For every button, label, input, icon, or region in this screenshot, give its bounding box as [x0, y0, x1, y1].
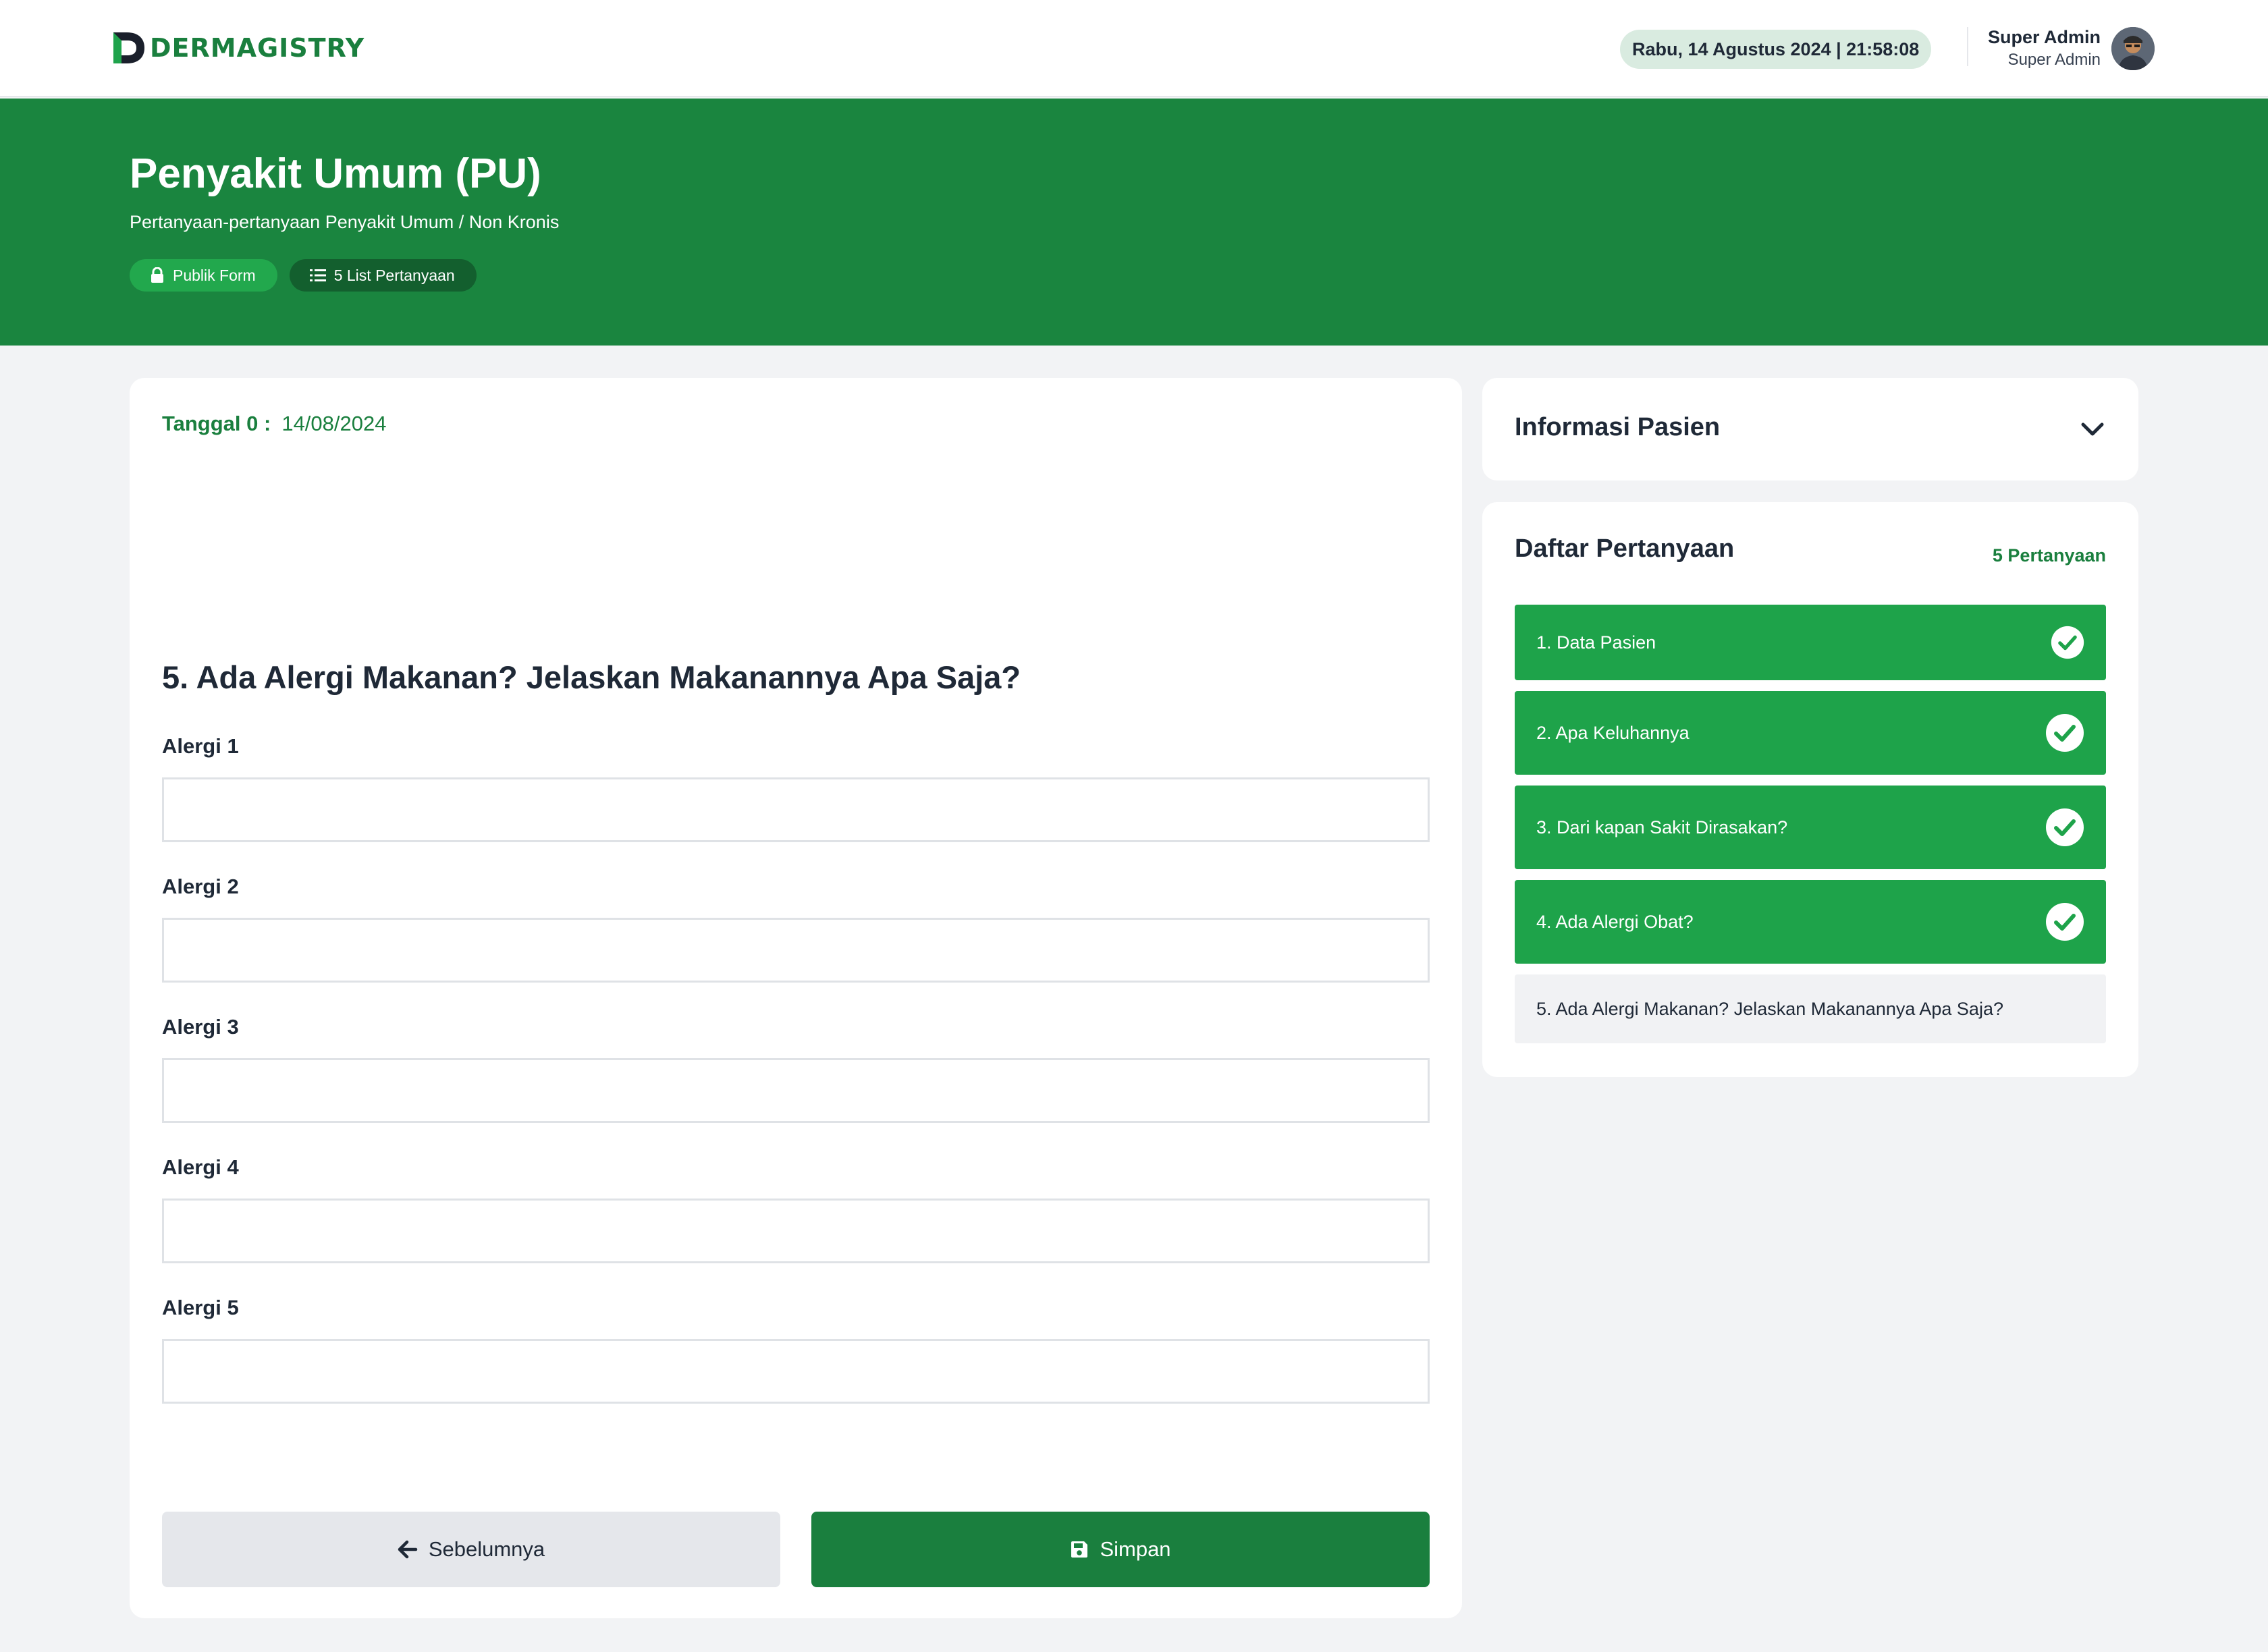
- date-row: Tanggal 0 : 14/08/2024: [162, 412, 386, 436]
- page-title: Penyakit Umum (PU): [130, 150, 541, 197]
- patient-info-title: Informasi Pasien: [1515, 413, 1721, 441]
- question-count-badge: 5 List Pertanyaan: [289, 259, 477, 292]
- question-list-title: Daftar Pertanyaan: [1515, 534, 1735, 563]
- previous-button[interactable]: Sebelumnya: [162, 1512, 780, 1587]
- list-icon: [309, 269, 326, 281]
- user-avatar-icon: [2111, 27, 2155, 70]
- top-navbar: DERMAGISTRY Rabu, 14 Agustus 2024 | 21:5…: [0, 0, 2268, 97]
- question-list-item-1[interactable]: 1. Data Pasien: [1515, 605, 2106, 680]
- field-label-alergi-1: Alergi 1: [162, 734, 239, 758]
- date-value: 14/08/2024: [281, 412, 387, 435]
- date-label: Tanggal 0 :: [162, 412, 271, 435]
- public-form-label: Publik Form: [173, 266, 256, 284]
- check-circle-icon: [2051, 626, 2084, 659]
- brand-logo[interactable]: DERMAGISTRY: [112, 31, 364, 65]
- question-count-label: 5 List Pertanyaan: [333, 266, 455, 284]
- save-button[interactable]: Simpan: [811, 1512, 1430, 1587]
- alergi-5-input[interactable]: [162, 1339, 1430, 1404]
- alergi-1-input[interactable]: [162, 777, 1430, 842]
- logo-mark-icon: [113, 32, 144, 63]
- question-list-item-5[interactable]: 5. Ada Alergi Makanan? Jelaskan Makanann…: [1515, 974, 2106, 1043]
- question-title: 5. Ada Alergi Makanan? Jelaskan Makanann…: [162, 659, 1021, 695]
- chevron-down-icon[interactable]: [2079, 416, 2106, 443]
- question-list-count: 5 Pertanyaan: [1992, 545, 2106, 566]
- arrow-left-icon: [398, 1540, 418, 1559]
- lock-icon: [151, 267, 163, 283]
- alergi-3-input[interactable]: [162, 1058, 1430, 1123]
- save-button-label: Simpan: [1100, 1537, 1171, 1561]
- page-subtitle: Pertanyaan-pertanyaan Penyakit Umum / No…: [130, 212, 560, 232]
- datetime-badge: Rabu, 14 Agustus 2024 | 21:58:08: [1620, 30, 1932, 69]
- check-circle-icon: [2046, 808, 2084, 846]
- question-list-item-3[interactable]: 3. Dari kapan Sakit Dirasakan?: [1515, 786, 2106, 869]
- check-circle-icon: [2046, 714, 2084, 752]
- public-form-badge: Publik Form: [130, 259, 277, 292]
- question-list-item-label: 1. Data Pasien: [1536, 632, 1656, 653]
- brand-name: DERMAGISTRY: [150, 33, 365, 63]
- question-list-card: Daftar Pertanyaan 5 Pertanyaan 1. Data P…: [1482, 502, 2138, 1077]
- hero-badges: Publik Form 5 List Pertanyaan: [130, 259, 477, 292]
- alergi-4-input[interactable]: [162, 1199, 1430, 1263]
- field-label-alergi-4: Alergi 4: [162, 1155, 239, 1179]
- question-list-item-4[interactable]: 4. Ada Alergi Obat?: [1515, 880, 2106, 964]
- avatar[interactable]: [2111, 27, 2155, 70]
- question-form-card: Tanggal 0 : 14/08/2024 5. Ada Alergi Mak…: [130, 378, 1462, 1618]
- user-info[interactable]: Super Admin Super Admin: [1988, 26, 2101, 72]
- field-label-alergi-2: Alergi 2: [162, 875, 239, 898]
- user-role: Super Admin: [2007, 51, 2101, 69]
- question-list-item-2[interactable]: 2. Apa Keluhannya: [1515, 691, 2106, 775]
- question-list-item-label: 3. Dari kapan Sakit Dirasakan?: [1536, 817, 1788, 837]
- user-name: Super Admin: [1987, 27, 2101, 47]
- question-list-item-label: 4. Ada Alergi Obat?: [1536, 911, 1694, 932]
- question-list-item-label: 5. Ada Alergi Makanan? Jelaskan Makanann…: [1536, 998, 2003, 1019]
- nav-divider: [1967, 27, 1968, 66]
- previous-button-label: Sebelumnya: [428, 1537, 545, 1561]
- question-list-item-label: 2. Apa Keluhannya: [1536, 722, 1690, 743]
- field-label-alergi-5: Alergi 5: [162, 1296, 239, 1319]
- save-icon: [1071, 1541, 1088, 1558]
- patient-info-card[interactable]: Informasi Pasien: [1482, 378, 2138, 480]
- alergi-2-input[interactable]: [162, 918, 1430, 983]
- check-circle-icon: [2046, 903, 2084, 941]
- page-hero: Penyakit Umum (PU) Pertanyaan-pertanyaan…: [0, 99, 2268, 346]
- field-label-alergi-3: Alergi 3: [162, 1015, 239, 1039]
